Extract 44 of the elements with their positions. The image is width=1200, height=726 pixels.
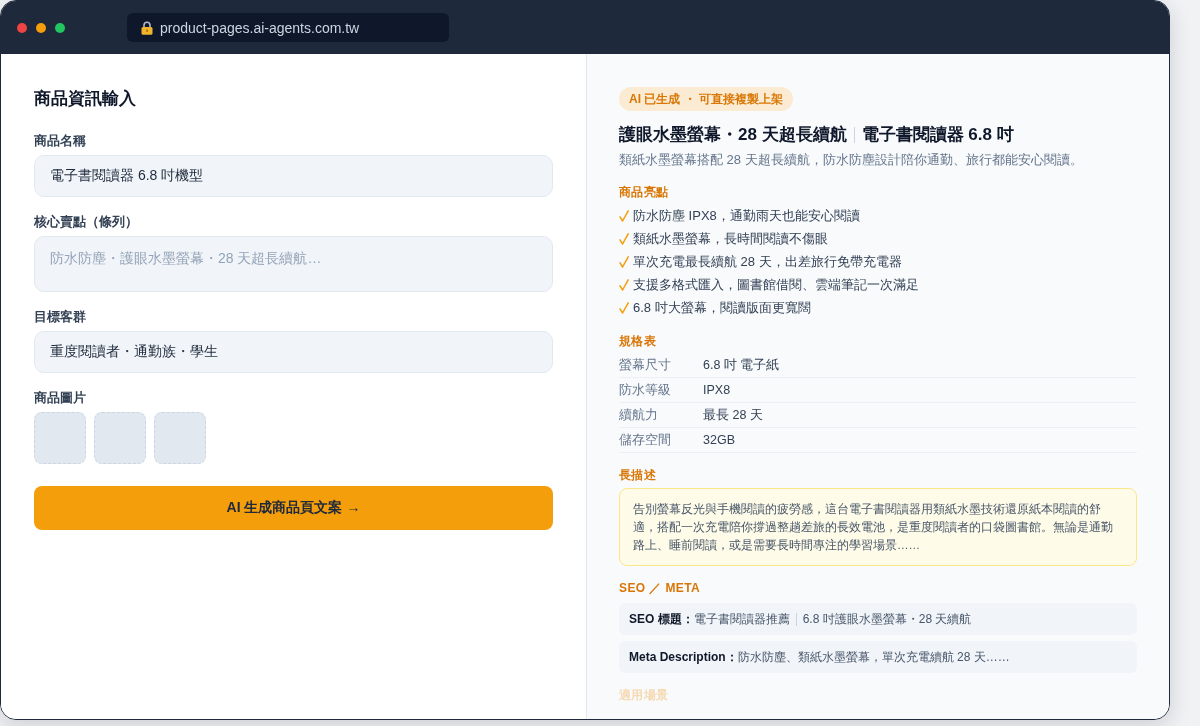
input-field[interactable]: 重度閱讀者・通勤族・學生 [34, 331, 553, 373]
section-title: 長描述 [619, 467, 658, 484]
form-title: 商品資訊輸入 [34, 88, 137, 110]
address-bar[interactable]: product-pages.ai-agents.com.tw [127, 13, 449, 42]
field-label: 商品圖片 [34, 389, 87, 407]
textarea-field[interactable]: 防水防塵・護眼水墨螢幕・28 天超長續航… [34, 236, 553, 292]
field-label: 商品名稱 [34, 132, 87, 150]
spec-name: 續航力 [619, 406, 659, 424]
window-minimize-icon[interactable] [36, 22, 46, 33]
product-subtitle: 類紙水墨螢幕搭配 28 天超長續航，防水防塵設計陪你通勤、旅行都能安心閱讀。 [619, 151, 1084, 169]
generate-button[interactable]: AI 生成商品頁文案 → [34, 486, 553, 530]
check-icon [619, 278, 629, 291]
check-icon [619, 209, 629, 222]
seo-meta-row: Meta Description：防水防塵、類紙水墨螢幕，單次充電續航 28 天…… [619, 641, 1137, 673]
window-close-icon[interactable] [17, 22, 27, 33]
url-text: product-pages.ai-agents.com.tw [160, 19, 360, 36]
seo-meta-row: SEO 標題：電子書閱讀器推薦 6.8 吋護眼水墨螢幕・28 天續航 [619, 603, 1137, 635]
spec-value: 32GB [703, 433, 735, 447]
section-title: SEO ／ META [619, 580, 702, 597]
section-title: 適用場景 [619, 687, 670, 704]
check-icon [619, 232, 629, 245]
check-icon [619, 301, 629, 314]
product-headline: 護眼水墨螢幕・28 天超長續航 電子書閱讀器 6.8 吋 [619, 124, 1015, 146]
lock-icon [141, 20, 153, 35]
field-label: 核心賣點（條列） [34, 213, 139, 231]
spec-value: IPX8 [703, 383, 731, 397]
spec-name: 防水等級 [619, 381, 672, 399]
window-maximize-icon[interactable] [55, 22, 65, 33]
status-badge: AI 已生成 ・ 可直接複製上架 [619, 87, 793, 111]
spec-name: 儲存空間 [619, 431, 672, 449]
highlight-text: 類紙水墨螢幕，長時間閱讀不傷眼 [633, 229, 828, 248]
highlight-text: 支援多格式匯入，圖書館借閱、雲端筆記一次滿足 [633, 275, 919, 294]
field-label: 目標客群 [34, 308, 87, 326]
spec-name: 螢幕尺寸 [619, 356, 672, 374]
long-description: 告別螢幕反光與手機閱讀的疲勞感，這台電子書閱讀器用類紙水墨技術還原紙本閱讀的舒適，搭配一次充電陪你撐過整趟差旅的長效電池，是重度閱讀者的口袋圖書館。無論是通勤路上、睡前閱讀，或是需要長時間專注的學習場景…… [619, 488, 1137, 566]
section-title: 規格表 [619, 333, 658, 350]
check-icon [619, 255, 629, 268]
highlight-text: 防水防塵 IPX8，通勤雨天也能安心閱讀 [633, 206, 860, 225]
highlight-text: 6.8 吋大螢幕，閱讀版面更寬闊 [633, 298, 811, 317]
section-title: 商品亮點 [619, 184, 670, 201]
spec-value: 最長 28 天 [703, 406, 763, 424]
highlight-text: 單次充電最長續航 28 天，出差旅行免帶充電器 [633, 252, 902, 271]
spec-value: 6.8 吋 電子紙 [703, 356, 780, 374]
input-field[interactable]: 電子書閱讀器 6.8 吋機型 [34, 155, 553, 197]
